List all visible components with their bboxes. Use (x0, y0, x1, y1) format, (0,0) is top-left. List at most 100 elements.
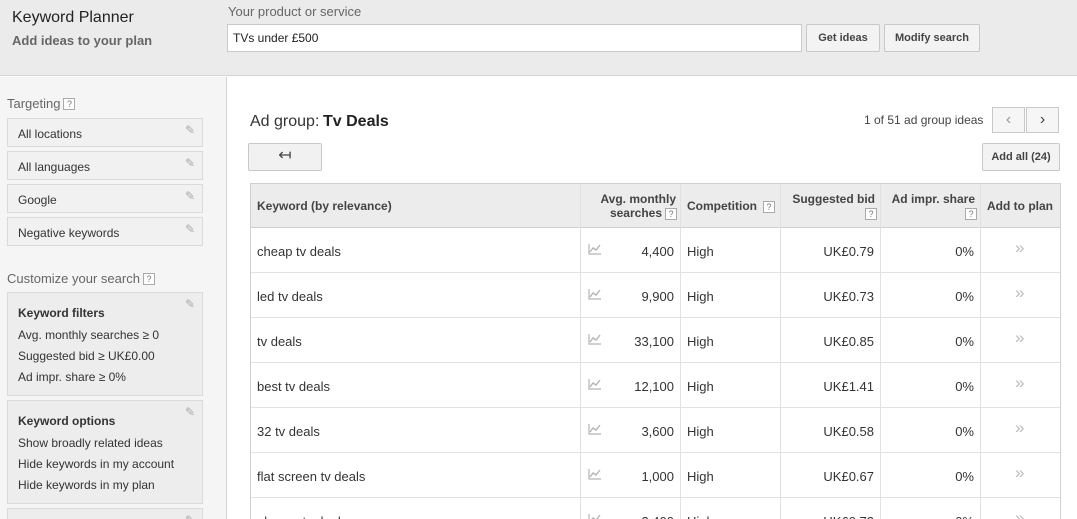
add-to-plan-icon[interactable]: » (1015, 283, 1024, 303)
bid-cell: UK£0.72 (781, 514, 874, 519)
table-row: plasma tv deals 2,400 High UK£0.72 0% » (251, 498, 1060, 519)
keyword-filters-box[interactable]: Keyword filters ✎ Avg. monthly searches … (7, 292, 203, 396)
help-icon[interactable]: ? (142, 273, 155, 285)
bid-cell: UK£0.79 (823, 244, 874, 259)
share-cell: 0% (955, 289, 974, 304)
table-row: best tv deals 12,100 High UK£1.41 0% » (251, 363, 1060, 408)
pencil-icon[interactable]: ✎ (185, 123, 195, 137)
searches-cell: 4,400 (641, 244, 674, 259)
modify-search-button[interactable]: Modify search (884, 24, 980, 52)
searches-cell: 12,100 (634, 379, 674, 394)
column-header-bid[interactable]: Suggested bid (781, 192, 875, 206)
add-all-button[interactable]: Add all (24) (982, 143, 1060, 171)
searches-cell: 1,000 (641, 469, 674, 484)
header: Keyword Planner Add ideas to your plan Y… (0, 0, 1077, 76)
competition-cell: High (687, 514, 714, 519)
keyword-cell: 32 tv deals (257, 424, 320, 439)
product-input[interactable] (227, 24, 802, 52)
column-header-add: Add to plan (987, 199, 1053, 213)
keyword-cell: best tv deals (257, 379, 330, 394)
back-button[interactable]: ↤ (248, 143, 322, 171)
trend-chart-icon[interactable] (588, 333, 602, 345)
table-row: led tv deals 9,900 High UK£0.73 0% » (251, 273, 1060, 318)
option-line: Hide keywords in my plan (18, 478, 155, 492)
trend-chart-icon[interactable] (588, 513, 602, 519)
competition-cell: High (687, 424, 714, 439)
help-icon[interactable]: ? (865, 208, 877, 220)
keyword-table: Keyword (by relevance) Avg. monthly sear… (250, 183, 1061, 519)
sidebar-item-label: Negative keywords (18, 226, 120, 240)
trend-chart-icon[interactable] (588, 243, 602, 255)
keyword-cell: flat screen tv deals (257, 469, 366, 484)
keyword-cell: cheap tv deals (257, 244, 341, 259)
share-cell: 0% (955, 244, 974, 259)
app-title: Keyword Planner (12, 9, 134, 26)
share-cell: 0% (955, 379, 974, 394)
bid-cell: UK£1.41 (823, 379, 874, 394)
filter-line: Ad impr. share ≥ 0% (18, 370, 126, 384)
customize-title-label: Customize your search (7, 271, 140, 286)
help-icon[interactable]: ? (63, 98, 76, 110)
searches-cell: 9,900 (641, 289, 674, 304)
help-icon[interactable]: ? (665, 208, 677, 220)
keyword-options-box[interactable]: Keyword options ✎ Show broadly related i… (7, 400, 203, 504)
pencil-icon[interactable]: ✎ (185, 513, 195, 519)
prev-page-button[interactable]: ‹ (992, 107, 1025, 133)
sidebar-item-network[interactable]: Google ✎ (7, 184, 203, 213)
pager-text: 1 of 51 ad group ideas (864, 113, 984, 127)
pencil-icon[interactable]: ✎ (185, 405, 195, 419)
help-icon[interactable]: ? (965, 208, 977, 220)
share-cell: 0% (881, 514, 974, 519)
pencil-icon[interactable]: ✎ (185, 297, 195, 311)
add-to-plan-icon[interactable]: » (1015, 328, 1024, 348)
sidebar-box-partial[interactable]: ✎ (7, 508, 203, 519)
ad-group-name: Tv Deals (323, 113, 389, 130)
add-to-plan-icon[interactable]: » (1015, 508, 1024, 519)
sidebar-item-label: All locations (18, 127, 83, 141)
bid-cell: UK£0.67 (823, 469, 874, 484)
column-header-share[interactable]: Ad impr. share (881, 192, 975, 206)
next-page-button[interactable]: › (1026, 107, 1059, 133)
competition-cell: High (687, 289, 714, 304)
pencil-icon[interactable]: ✎ (185, 222, 195, 236)
option-line: Show broadly related ideas (18, 436, 163, 450)
sidebar-item-locations[interactable]: All locations ✎ (7, 118, 203, 147)
add-to-plan-icon[interactable]: » (1015, 463, 1024, 483)
add-to-plan-icon[interactable]: » (1015, 238, 1024, 258)
table-row: flat screen tv deals 1,000 High UK£0.67 0% » (251, 453, 1060, 498)
searches-cell: 33,100 (634, 334, 674, 349)
targeting-title-label: Targeting (7, 96, 61, 111)
back-arrow-icon: ↤ (278, 147, 292, 164)
searches-cell: 3,600 (641, 424, 674, 439)
keyword-cell: plasma tv deals (257, 514, 347, 519)
customize-title: Customize your search? (7, 271, 155, 286)
trend-chart-icon[interactable] (588, 288, 602, 300)
table-row: cheap tv deals 4,400 High UK£0.79 0% » (251, 228, 1060, 273)
trend-chart-icon[interactable] (588, 468, 602, 480)
keyword-cell: tv deals (257, 334, 302, 349)
column-header-searches-line2[interactable]: searches (580, 206, 662, 220)
pencil-icon[interactable]: ✎ (185, 189, 195, 203)
chevron-left-icon: ‹ (1005, 111, 1012, 128)
column-header-searches-line1[interactable]: Avg. monthly (580, 192, 676, 206)
sidebar-item-languages[interactable]: All languages ✎ (7, 151, 203, 180)
column-header-competition[interactable]: Competition (687, 199, 757, 213)
share-cell: 0% (955, 469, 974, 484)
pencil-icon[interactable]: ✎ (185, 156, 195, 170)
column-header-keyword[interactable]: Keyword (by relevance) (257, 199, 392, 213)
keyword-options-title: Keyword options (18, 414, 116, 428)
help-icon[interactable]: ? (763, 201, 775, 213)
keyword-filters-title: Keyword filters (18, 306, 105, 320)
filter-line: Avg. monthly searches ≥ 0 (18, 328, 160, 342)
table-row: 32 tv deals 3,600 High UK£0.58 0% » (251, 408, 1060, 453)
add-to-plan-icon[interactable]: » (1015, 418, 1024, 438)
trend-chart-icon[interactable] (588, 423, 602, 435)
targeting-title: Targeting? (7, 96, 76, 111)
chevron-right-icon: › (1039, 111, 1046, 128)
bid-cell: UK£0.73 (823, 289, 874, 304)
sidebar-item-negative-keywords[interactable]: Negative keywords ✎ (7, 217, 203, 246)
add-to-plan-icon[interactable]: » (1015, 373, 1024, 393)
trend-chart-icon[interactable] (588, 378, 602, 390)
ad-group-label: Ad group: (250, 113, 320, 130)
get-ideas-button[interactable]: Get ideas (806, 24, 880, 52)
